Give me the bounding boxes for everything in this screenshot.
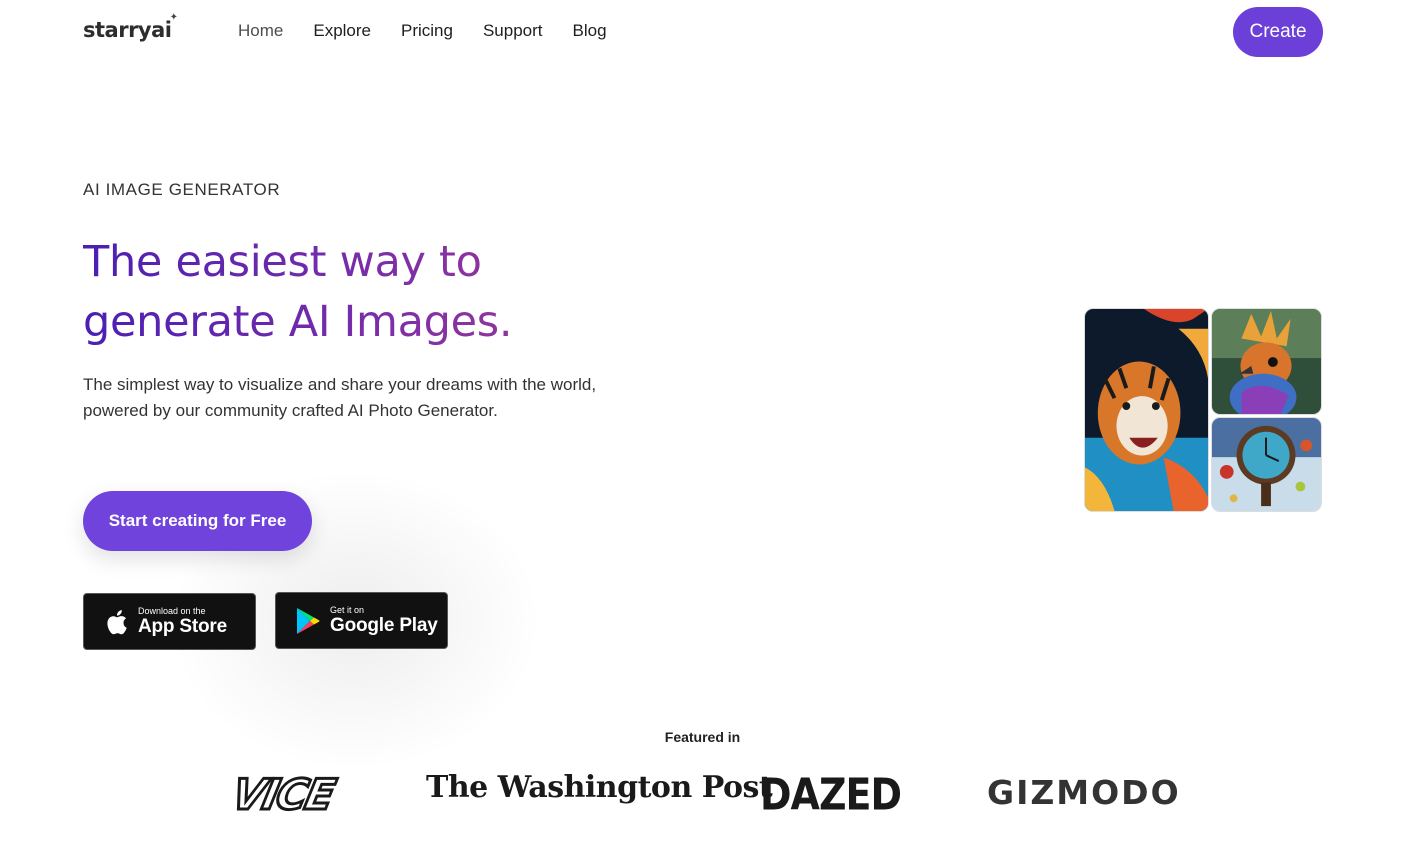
dazed-logo: DAZED bbox=[760, 769, 902, 820]
logo-text: starryai bbox=[83, 18, 172, 42]
nav-explore[interactable]: Explore bbox=[313, 21, 371, 41]
press-logos: VICE The Washington Post DAZED GIZMODO bbox=[0, 760, 1421, 830]
google-play-button[interactable]: Get it on Google Play bbox=[275, 592, 448, 649]
google-play-small: Get it on bbox=[330, 605, 365, 615]
washington-post-logo: The Washington Post bbox=[426, 770, 773, 805]
create-button[interactable]: Create bbox=[1233, 7, 1323, 57]
tiger-image bbox=[1084, 308, 1209, 512]
start-creating-button[interactable]: Start creating for Free bbox=[83, 491, 312, 551]
headline-line-1: The easiest way to bbox=[83, 237, 482, 287]
google-play-text: Get it on Google Play bbox=[330, 605, 438, 636]
google-play-icon bbox=[294, 606, 322, 636]
hero-eyebrow: AI IMAGE GENERATOR bbox=[83, 180, 281, 199]
apple-icon bbox=[102, 607, 130, 637]
nav-support[interactable]: Support bbox=[483, 21, 543, 41]
app-store-big: App Store bbox=[138, 616, 227, 637]
google-play-big: Google Play bbox=[330, 615, 438, 636]
main-nav: Home Explore Pricing Support Blog bbox=[238, 21, 637, 41]
page: starryai ✦ Home Explore Pricing Support … bbox=[0, 0, 1421, 845]
hero-subtext: The simplest way to visualize and share … bbox=[83, 375, 597, 420]
headline-line-2: generate AI Images. bbox=[83, 297, 513, 347]
vice-logo: VICE bbox=[226, 769, 339, 821]
nav-pricing[interactable]: Pricing bbox=[401, 21, 453, 41]
starryai-logo[interactable]: starryai ✦ bbox=[83, 12, 178, 42]
clock-image bbox=[1211, 417, 1322, 512]
gizmodo-logo: GIZMODO bbox=[987, 773, 1181, 812]
nav-home[interactable]: Home bbox=[238, 21, 283, 41]
sparkle-icon: ✦ bbox=[169, 12, 178, 23]
app-store-small: Download on the bbox=[138, 606, 206, 616]
nav-blog[interactable]: Blog bbox=[573, 21, 607, 41]
featured-in-label: Featured in bbox=[664, 729, 741, 745]
bird-image bbox=[1211, 308, 1322, 415]
app-store-text: Download on the App Store bbox=[138, 606, 227, 637]
app-store-button[interactable]: Download on the App Store bbox=[83, 593, 256, 650]
hero-headline: The easiest way to generate AI Images. bbox=[83, 232, 643, 352]
